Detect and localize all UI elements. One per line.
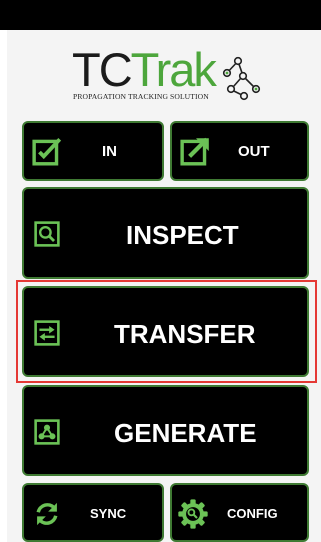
config-button[interactable]: CONFIG bbox=[170, 483, 309, 542]
inspect-label: INSPECT bbox=[126, 220, 239, 250]
in-label: IN bbox=[102, 143, 117, 160]
logo-tc: TC bbox=[72, 43, 133, 96]
status-bar bbox=[0, 0, 321, 30]
out-button[interactable]: OUT bbox=[170, 121, 309, 181]
checkout-icon bbox=[180, 137, 209, 166]
logo-trak: Trak bbox=[130, 43, 217, 96]
transfer-label: TRANSFER bbox=[114, 319, 256, 349]
transfer-icon bbox=[34, 320, 60, 346]
checkin-icon bbox=[32, 137, 62, 166]
in-button[interactable]: IN bbox=[22, 121, 164, 181]
inspect-icon bbox=[34, 221, 60, 247]
sync-label: SYNC bbox=[90, 506, 127, 521]
transfer-button[interactable]: TRANSFER bbox=[22, 286, 309, 377]
sync-button[interactable]: SYNC bbox=[22, 483, 164, 542]
logo-wordmark: TCTrak bbox=[72, 43, 217, 96]
logo-tagline: PROPAGATION TRACKING SOLUTION bbox=[73, 92, 209, 101]
out-label: OUT bbox=[238, 143, 270, 160]
config-label: CONFIG bbox=[227, 506, 278, 521]
generate-label: GENERATE bbox=[114, 418, 257, 448]
config-icon bbox=[178, 499, 208, 529]
generate-icon bbox=[34, 419, 60, 445]
network-nodes-icon bbox=[222, 56, 261, 101]
generate-button[interactable]: GENERATE bbox=[22, 385, 309, 476]
inspect-button[interactable]: INSPECT bbox=[22, 187, 309, 279]
tctrak-logo: TCTrak PROPAGATION TRACKING SOLUTION bbox=[72, 46, 262, 108]
sync-icon bbox=[36, 502, 58, 526]
